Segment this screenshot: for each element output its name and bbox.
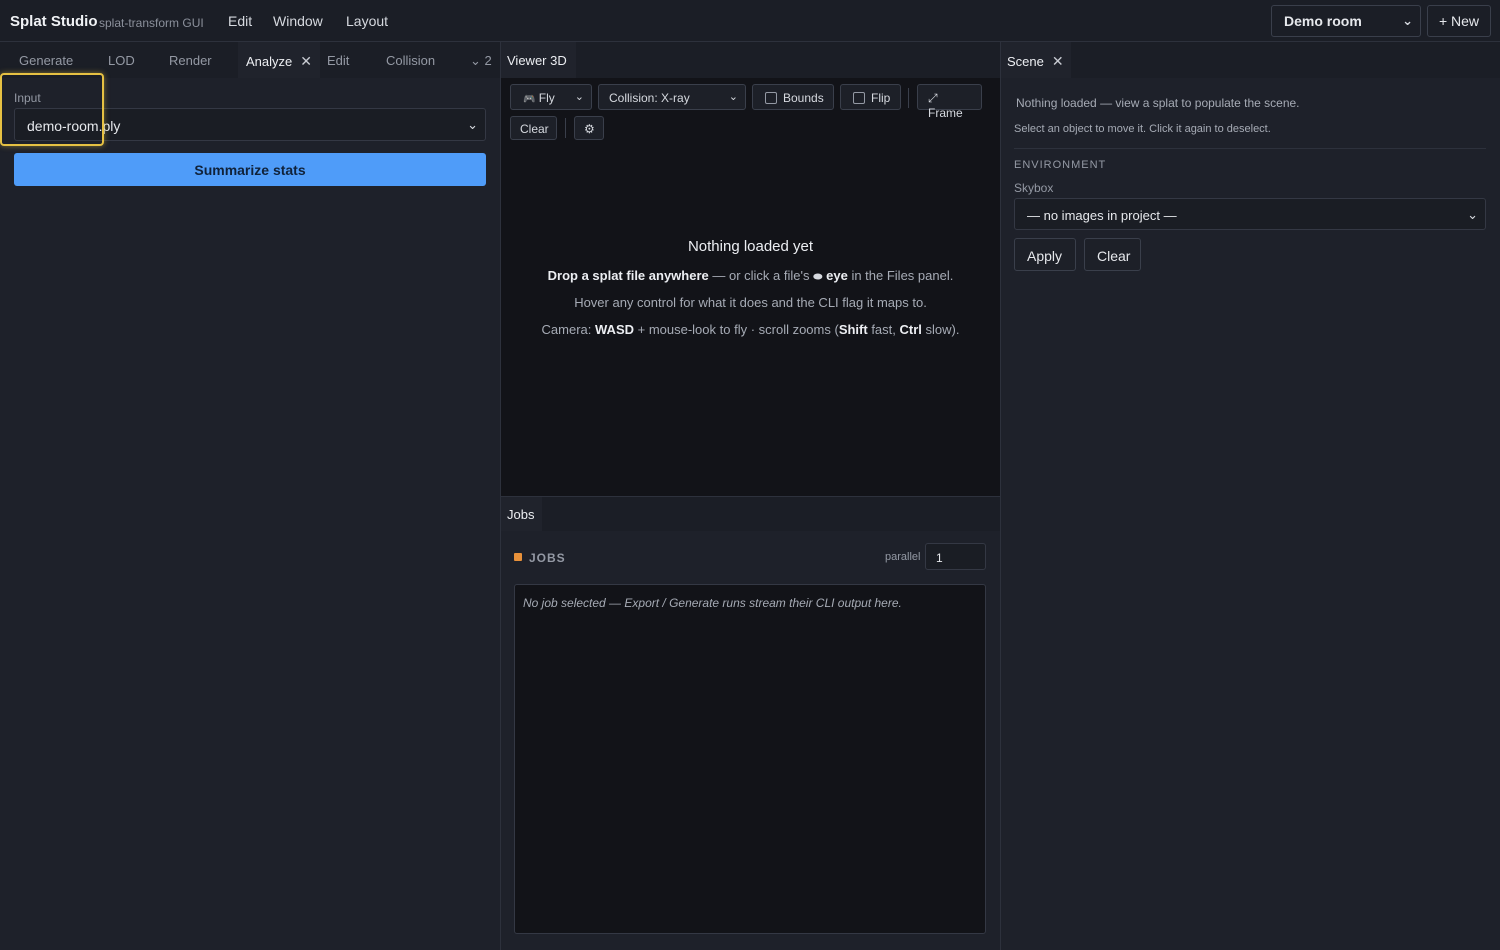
input-file-select[interactable]: demo-room.ply ⌄ (14, 108, 486, 141)
close-icon[interactable]: ✕ (300, 53, 312, 70)
app-title: Splat Studio (10, 13, 98, 30)
frame-button[interactable]: ⤢ Frame (917, 84, 982, 120)
jobs-heading: JOBS (529, 551, 566, 565)
menu-edit[interactable]: Edit (228, 13, 252, 29)
chevron-down-icon: ⌄ (470, 53, 481, 68)
chevron-down-icon: ⌄ (728, 91, 738, 103)
gear-icon: ⚙ (584, 122, 595, 136)
app-subtitle: splat-transform GUI (99, 16, 204, 30)
close-icon[interactable]: ✕ (1052, 53, 1064, 70)
parallel-label: parallel (885, 551, 921, 563)
tab-jobs[interactable]: Jobs (501, 497, 542, 531)
viewer-canvas[interactable] (501, 78, 1000, 496)
parallel-input[interactable]: 1 (925, 543, 986, 570)
skybox-select[interactable]: — no images in project — ⌄ (1014, 198, 1486, 230)
scene-hint: Select an object to move it. Click it ag… (1014, 123, 1271, 135)
tab-edit[interactable]: Edit (327, 42, 349, 78)
menu-layout[interactable]: Layout (346, 13, 388, 29)
divider (1014, 148, 1486, 149)
checkbox-icon (765, 92, 777, 104)
input-label: Input (14, 91, 41, 105)
menu-window[interactable]: Window (273, 13, 323, 29)
jobs-status-icon (514, 553, 522, 561)
camera-mode-value: Fly (538, 91, 555, 105)
tab-scene-label: Scene (1007, 54, 1044, 69)
left-tabbar: Generate LOD Render Analyze ✕ Edit Collis… (0, 42, 500, 78)
input-file-value: demo-room.ply (27, 118, 121, 134)
tab-analyze-label: Analyze (246, 54, 293, 69)
scene-clear-button[interactable]: Clear (1084, 238, 1141, 271)
apply-button[interactable]: Apply (1014, 238, 1076, 271)
bounds-toggle[interactable]: Bounds (752, 84, 834, 110)
toolbar-separator (908, 88, 909, 108)
bounds-label: Bounds (783, 91, 824, 105)
job-log-placeholder: No job selected — Export / Generate runs… (523, 596, 902, 610)
overflow-count: 2 (484, 53, 492, 68)
collision-mode-value: Collision: X-ray (609, 91, 690, 105)
tab-render[interactable]: Render (169, 42, 212, 78)
environment-heading: ENVIRONMENT (1014, 159, 1107, 171)
checkbox-icon (853, 92, 865, 104)
left-panel-body (0, 78, 500, 950)
jobs-tabbar (501, 497, 1000, 531)
project-select-value: Demo room (1284, 13, 1362, 29)
empty-state-line-2: Hover any control for what it does and t… (574, 295, 927, 310)
tab-generate[interactable]: Generate (19, 42, 73, 78)
collision-mode-select[interactable]: Collision: X-ray ⌄ (598, 84, 746, 110)
summarize-stats-button[interactable]: Summarize stats (14, 153, 486, 186)
viewer-clear-button[interactable]: Clear (510, 116, 557, 140)
tab-viewer-3d[interactable]: Viewer 3D (501, 42, 576, 78)
chevron-down-icon: ⌄ (467, 117, 478, 132)
tab-lod[interactable]: LOD (108, 42, 135, 78)
flip-label: Flip (871, 91, 891, 105)
flip-toggle[interactable]: Flip (840, 84, 901, 110)
settings-button[interactable]: ⚙ (574, 116, 604, 140)
gamepad-icon: 🎮 (523, 94, 536, 105)
toolbar-separator (565, 118, 566, 138)
chevron-down-icon: ⌄ (574, 91, 584, 103)
empty-state-title: Nothing loaded yet (687, 238, 814, 255)
project-select[interactable]: Demo room ⌄ (1271, 5, 1421, 37)
scene-tabbar (1001, 42, 1500, 78)
new-project-button[interactable]: + New (1427, 5, 1491, 37)
chevron-down-icon: ⌄ (1402, 13, 1413, 28)
skybox-label: Skybox (1014, 181, 1054, 195)
empty-state-line-1: Drop a splat file anywhere — or click a … (547, 268, 954, 283)
job-log-output[interactable]: No job selected — Export / Generate runs… (514, 584, 986, 934)
skybox-value: — no images in project — (1027, 208, 1177, 223)
eye-icon: ⬬ (813, 271, 823, 283)
tabs-overflow[interactable]: ⌄ 2 (470, 42, 492, 78)
tab-collision[interactable]: Collision (386, 42, 435, 78)
tab-scene[interactable]: Scene ✕ (1001, 42, 1071, 78)
tab-analyze[interactable]: Analyze ✕ (238, 42, 320, 78)
empty-state-line-3: Camera: WASD + mouse-look to fly · scrol… (541, 322, 960, 337)
chevron-down-icon: ⌄ (1467, 207, 1478, 222)
camera-mode-select[interactable]: 🎮 Fly ⌄ (510, 84, 592, 110)
scene-empty-message: Nothing loaded — view a splat to populat… (1016, 96, 1300, 110)
